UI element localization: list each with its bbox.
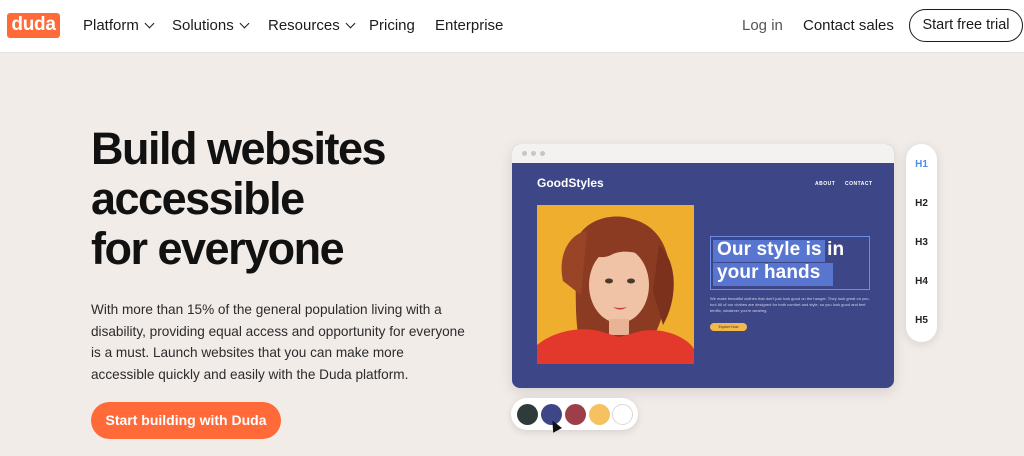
nav-solutions-label: Solutions [172, 17, 234, 34]
chevron-down-icon [239, 18, 250, 29]
swatch-yellow[interactable] [589, 404, 610, 425]
mock-headline: Our style is in your hands [717, 239, 845, 283]
hero-title-line-1: Build websites [91, 123, 387, 174]
browser-title-bar [512, 144, 894, 163]
nav-resources-label: Resources [268, 17, 340, 34]
nav-platform-label: Platform [83, 17, 139, 34]
heading-h1-option[interactable]: H1 [906, 159, 937, 170]
swatch-charcoal[interactable] [517, 404, 538, 425]
mock-nav-contact: CONTACT [845, 181, 873, 187]
portrait-image [537, 205, 694, 364]
heading-h5-option[interactable]: H5 [906, 315, 937, 326]
hero-title-line-2: accessible [91, 173, 305, 224]
contact-sales-link[interactable]: Contact sales [803, 17, 894, 35]
color-swatch-bar [511, 398, 638, 430]
heading-h2-option[interactable]: H2 [906, 198, 937, 209]
window-dot-icon [531, 151, 536, 156]
hero-description: With more than 15% of the general popula… [91, 302, 465, 382]
window-dot-icon [540, 151, 545, 156]
swatch-burgundy[interactable] [565, 404, 586, 425]
mock-nav-about: ABOUT [815, 181, 836, 187]
mock-explore-button: Explore Now [710, 323, 747, 331]
nav-pricing[interactable]: Pricing [369, 17, 415, 35]
chevron-down-icon [144, 18, 155, 29]
start-building-button[interactable]: Start building with Duda [91, 402, 281, 439]
mock-site-logo: GoodStyles [537, 176, 604, 190]
mock-body-copy: We make beautiful clothes that don't jus… [710, 296, 870, 313]
window-dot-icon [522, 151, 527, 156]
nav-resources[interactable]: Resources [268, 17, 356, 35]
hero-title-line-3: for everyone [91, 223, 345, 274]
hero-title: Build websites accessible for everyone [91, 124, 471, 274]
start-free-trial-button[interactable]: Start free trial [909, 9, 1023, 42]
nav-solutions[interactable]: Solutions [172, 17, 250, 35]
duda-logo[interactable]: duda [7, 13, 60, 38]
top-nav: duda Platform Solutions Resources Pricin… [0, 0, 1024, 53]
swatch-white[interactable] [612, 404, 633, 425]
chevron-down-icon [345, 18, 356, 29]
heading-level-panel: H1 H2 H3 H4 H5 [906, 144, 937, 342]
website-preview-mockup: GoodStyles ABOUT CONTACT Our style is in… [512, 144, 894, 388]
heading-h3-option[interactable]: H3 [906, 237, 937, 248]
login-link[interactable]: Log in [742, 17, 783, 35]
nav-enterprise[interactable]: Enterprise [435, 17, 503, 35]
heading-h4-option[interactable]: H4 [906, 276, 937, 287]
nav-platform[interactable]: Platform [83, 17, 155, 35]
selected-headline[interactable]: Our style is in your hands [710, 236, 870, 290]
model-photo [537, 205, 694, 364]
